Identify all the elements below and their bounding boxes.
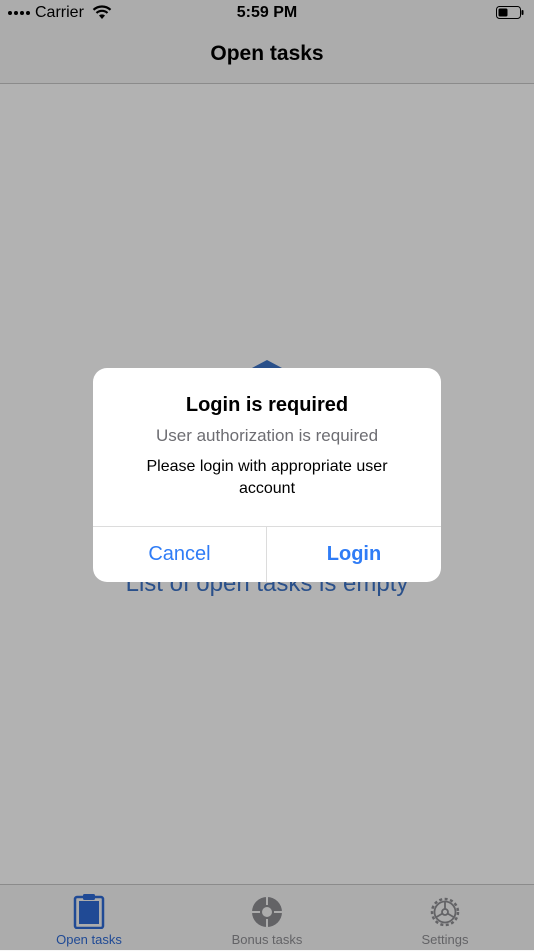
alert-subtitle: User authorization is required <box>155 426 379 445</box>
alert-title: Login is required <box>185 394 349 416</box>
alert-message: Please login with appropriate user accou… <box>146 458 388 497</box>
app-screen: Carrier 5:59 PM Open tasks List of open … <box>0 0 534 951</box>
login-required-alert: Login is required User authorization is … <box>93 368 441 582</box>
login-button[interactable]: Login <box>267 527 441 582</box>
cancel-button[interactable]: Cancel <box>93 527 266 582</box>
